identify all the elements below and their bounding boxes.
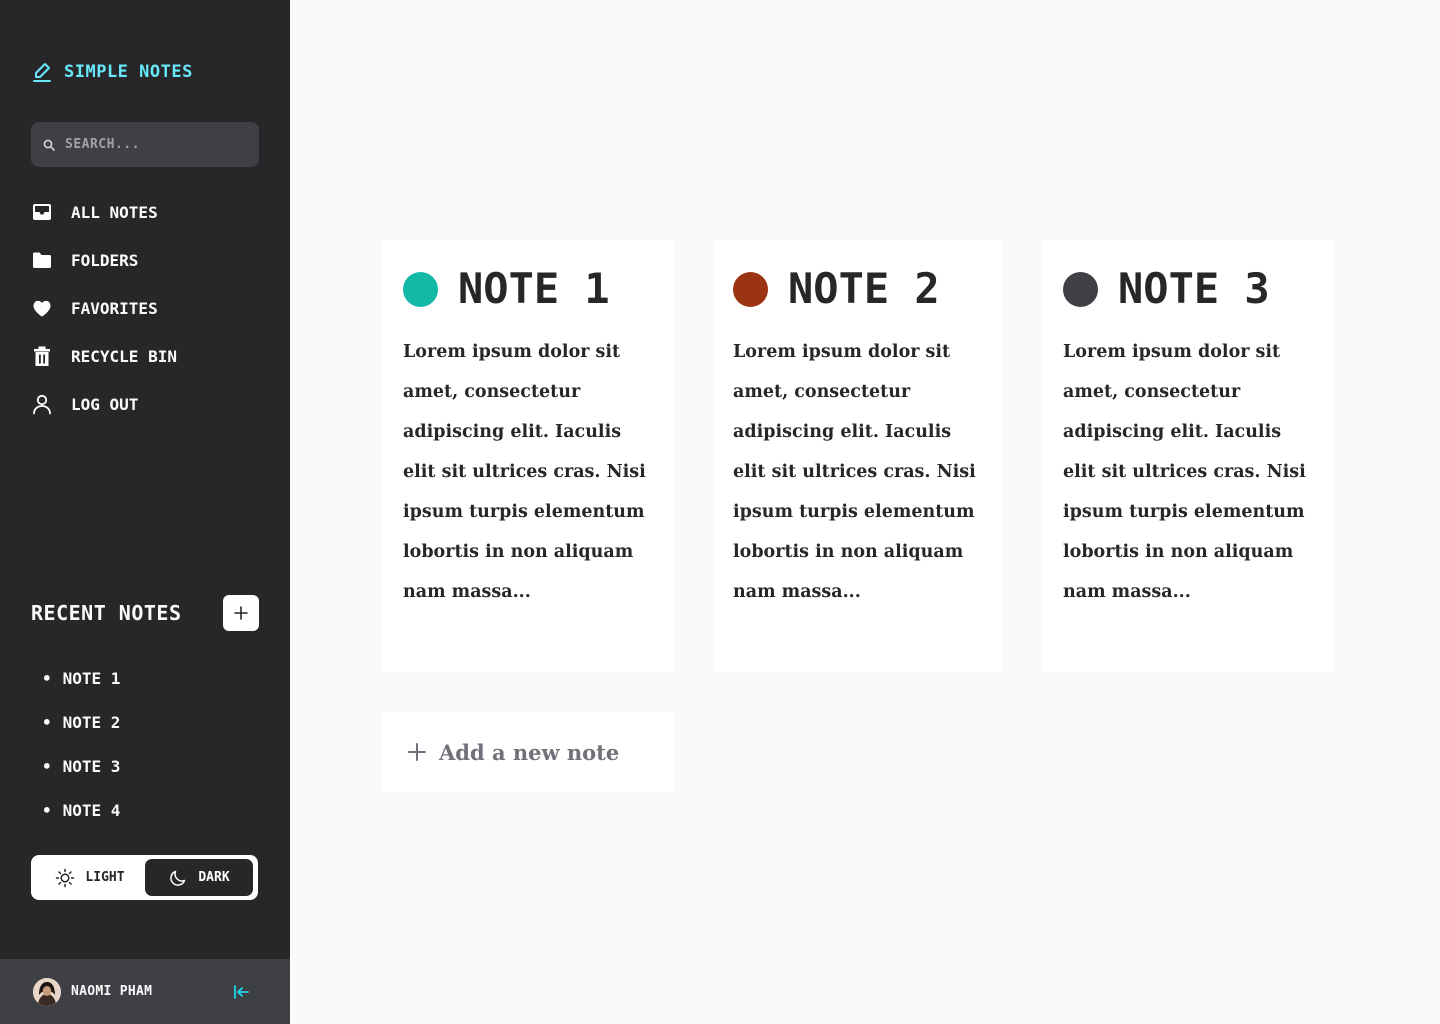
recent-notes-header: RECENT NOTES [31, 595, 259, 631]
search-input[interactable] [65, 137, 245, 152]
note-title: NOTE 3 [1118, 264, 1270, 313]
trash-icon [34, 346, 50, 366]
note-card[interactable]: NOTE 3 Lorem ipsum dolor sit amet, conse… [1043, 240, 1333, 672]
note-color-dot [403, 271, 438, 307]
note-title: NOTE 2 [788, 264, 940, 313]
note-card[interactable]: NOTE 2 Lorem ipsum dolor sit amet, conse… [713, 240, 1003, 672]
nav-item-recycle-bin[interactable]: RECYCLE BIN [31, 340, 259, 372]
nav-label: LOG OUT [71, 394, 139, 414]
search-icon [43, 139, 55, 151]
inbox-icon [33, 204, 51, 220]
note-title: NOTE 1 [458, 264, 610, 313]
recent-note-item[interactable]: NOTE 2 [42, 708, 121, 736]
note-color-dot [1063, 271, 1098, 307]
moon-icon [170, 870, 186, 886]
nav-label: FAVORITES [71, 298, 158, 318]
note-body: Lorem ipsum dolor sit amet, consectetur … [1063, 342, 1306, 602]
recent-notes-title: RECENT NOTES [31, 601, 182, 625]
recent-note-item[interactable]: NOTE 1 [42, 664, 121, 692]
nav-label: FOLDERS [71, 250, 139, 270]
nav-label: ALL NOTES [71, 202, 158, 222]
note-body: Lorem ipsum dolor sit amet, consectetur … [403, 342, 646, 602]
app-logo[interactable]: SIMPLE NOTES [32, 60, 193, 84]
note-card-header: NOTE 1 [403, 268, 653, 310]
folder-icon [33, 252, 51, 268]
pencil-icon [33, 63, 51, 82]
nav-item-folders[interactable]: FOLDERS [31, 244, 259, 276]
note-card[interactable]: NOTE 1 Lorem ipsum dolor sit amet, conse… [383, 240, 673, 672]
light-mode-button[interactable]: LIGHT [35, 859, 145, 896]
add-new-note-button[interactable]: Add a new note [383, 712, 673, 792]
plus-icon [234, 606, 248, 620]
nav-item-all-notes[interactable]: ALL NOTES [31, 196, 259, 228]
light-mode-label: LIGHT [85, 870, 125, 885]
sidebar: SIMPLE NOTES ALL NOTES FOLDERS FAVORITES [0, 0, 290, 1024]
main-nav: ALL NOTES FOLDERS FAVORITES RECYCLE BIN [31, 196, 259, 436]
add-recent-note-button[interactable] [223, 595, 259, 631]
nav-item-favorites[interactable]: FAVORITES [31, 292, 259, 324]
app-title: SIMPLE NOTES [64, 62, 193, 82]
note-body: Lorem ipsum dolor sit amet, consectetur … [733, 342, 976, 602]
nav-item-log-out[interactable]: LOG OUT [31, 388, 259, 420]
user-footer: NAOMI PHAM [0, 959, 290, 1024]
search-box[interactable] [31, 122, 259, 167]
recent-note-item[interactable]: NOTE 3 [42, 752, 121, 780]
collapse-sidebar-icon[interactable] [232, 983, 250, 1001]
heart-icon [33, 300, 51, 317]
add-new-note-label: Add a new note [439, 739, 620, 765]
sun-icon [56, 868, 75, 887]
note-card-header: NOTE 2 [733, 268, 983, 310]
user-name: NAOMI PHAM [71, 984, 153, 999]
dark-mode-label: DARK [198, 870, 230, 885]
avatar[interactable] [33, 977, 61, 1006]
dark-mode-button[interactable]: DARK [145, 859, 253, 896]
user-icon [33, 394, 51, 415]
recent-note-item[interactable]: NOTE 4 [42, 796, 121, 824]
main-content: NOTE 1 Lorem ipsum dolor sit amet, conse… [290, 0, 1440, 1024]
theme-toggle: LIGHT DARK [31, 855, 258, 900]
nav-label: RECYCLE BIN [71, 346, 177, 366]
plus-icon [408, 743, 426, 761]
note-color-dot [733, 271, 768, 307]
recent-notes-list: NOTE 1 NOTE 2 NOTE 3 NOTE 4 [42, 664, 121, 840]
note-card-header: NOTE 3 [1063, 268, 1313, 310]
